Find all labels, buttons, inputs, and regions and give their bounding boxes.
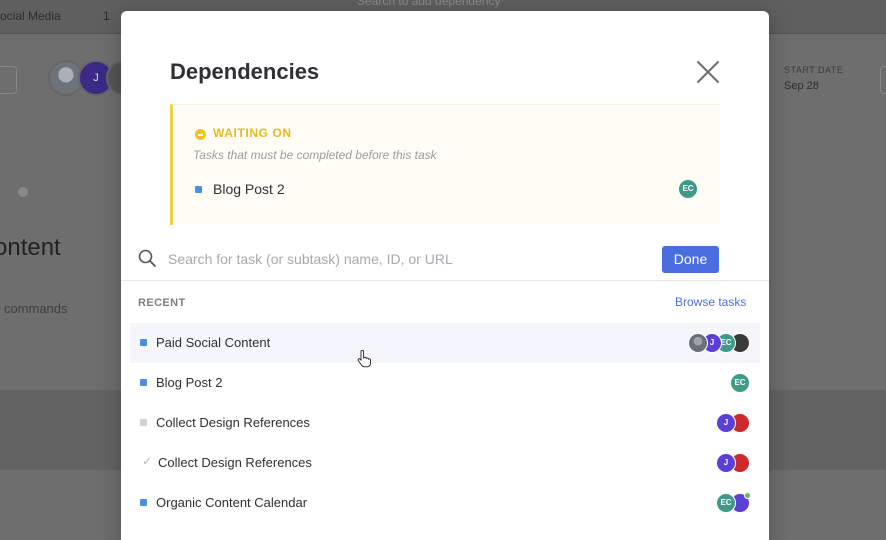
background-breadcrumb: ocial Media — [0, 9, 61, 23]
avatar — [688, 333, 708, 353]
search-row: Done — [121, 237, 769, 281]
background-start-date-label: START DATE — [784, 65, 844, 75]
search-icon — [138, 249, 156, 267]
list-item[interactable]: Organic Content Calendar EC — [130, 483, 760, 523]
waiting-on-subtitle: Tasks that must be completed before this… — [193, 148, 437, 162]
task-status-icon — [195, 186, 202, 193]
checkmark-icon: ✓ — [142, 454, 153, 468]
background-count: 1 — [103, 9, 110, 23]
assignee-avatars: EC — [730, 373, 750, 393]
online-status-icon — [744, 492, 751, 499]
background-dot — [18, 187, 28, 197]
waiting-on-title: WAITING ON — [213, 126, 292, 140]
list-item[interactable]: Paid Social Content EC J — [130, 323, 760, 363]
browse-tasks-link[interactable]: Browse tasks — [675, 295, 746, 309]
list-item[interactable]: Blog Post 2 EC — [130, 363, 760, 403]
task-status-icon — [140, 499, 147, 506]
done-button[interactable]: Done — [662, 246, 719, 273]
avatar: EC — [716, 493, 736, 513]
assignee-avatars: EC J — [688, 333, 750, 353]
task-name: Paid Social Content — [156, 335, 271, 350]
background-right-button — [880, 66, 886, 94]
minus-circle-icon — [195, 129, 206, 140]
assignee-avatars: J — [716, 453, 750, 473]
hand-cursor-icon — [357, 350, 371, 368]
avatar: J — [716, 413, 736, 433]
avatar: EC — [678, 179, 698, 199]
task-name: Organic Content Calendar — [156, 495, 308, 510]
list-item[interactable]: ✓ Collect Design References J — [130, 443, 760, 483]
task-status-icon — [140, 379, 147, 386]
recent-task-list: Paid Social Content EC J Blog Post 2 EC … — [130, 323, 760, 523]
modal-title: Dependencies — [170, 59, 320, 84]
dependencies-modal: Dependencies WAITING ON Tasks that must … — [121, 11, 769, 540]
background-start-date-value: Sep 28 — [784, 80, 819, 92]
waiting-on-avatar: EC — [678, 179, 698, 199]
task-name: Collect Design References — [158, 455, 312, 470]
assignee-avatars: J — [716, 413, 750, 433]
list-item[interactable]: Collect Design References J — [130, 403, 760, 443]
search-input[interactable] — [168, 248, 638, 270]
assignee-avatars: EC — [716, 492, 751, 513]
background-commands-hint: r commands — [0, 301, 68, 316]
waiting-on-section: WAITING ON Tasks that must be completed … — [170, 104, 720, 225]
background-search-hint: Search to add dependency — [357, 0, 501, 8]
avatar: J — [716, 453, 736, 473]
waiting-on-task[interactable]: Blog Post 2 — [213, 181, 285, 197]
background-button — [0, 66, 17, 94]
background-title: ontent — [0, 234, 61, 261]
task-status-icon — [140, 419, 147, 426]
close-icon[interactable] — [695, 59, 721, 85]
recent-label: RECENT — [138, 297, 186, 309]
task-name: Blog Post 2 — [156, 375, 223, 390]
avatar: EC — [730, 373, 750, 393]
task-status-icon — [140, 339, 147, 346]
task-name: Collect Design References — [156, 415, 310, 430]
